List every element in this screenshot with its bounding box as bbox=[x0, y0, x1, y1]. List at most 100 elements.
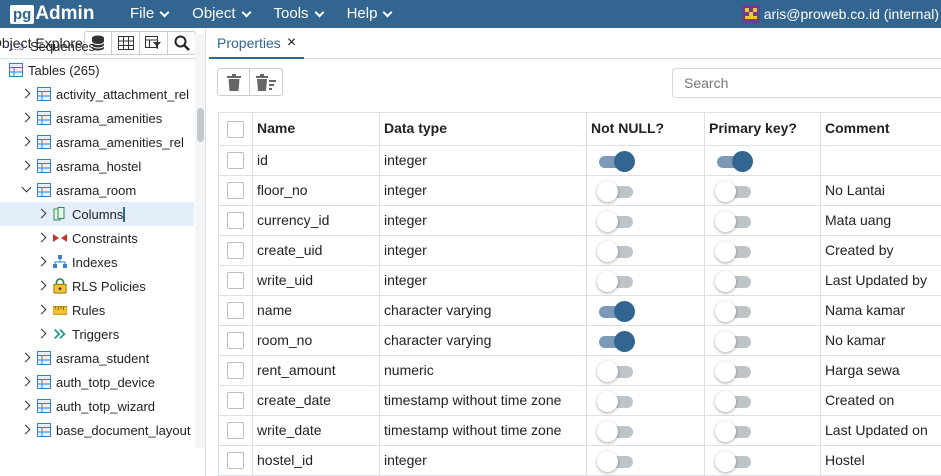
tree-scrollbar-track[interactable] bbox=[195, 34, 205, 448]
column-header-primary-key[interactable]: Primary key? bbox=[704, 113, 820, 145]
cell-comment[interactable]: No kamar bbox=[820, 326, 941, 356]
tree-item-auth-totp-device[interactable]: auth_totp_device bbox=[0, 370, 194, 394]
close-icon[interactable]: × bbox=[287, 34, 296, 51]
cell-primary-key[interactable] bbox=[704, 146, 820, 176]
not-null-toggle[interactable] bbox=[597, 301, 637, 322]
cell-comment[interactable] bbox=[820, 146, 941, 176]
user-menu[interactable]: aris@proweb.co.id (internal) bbox=[741, 0, 939, 28]
cell-not-null[interactable] bbox=[586, 386, 704, 416]
cell-data-type[interactable]: timestamp without time zone bbox=[379, 386, 586, 416]
cell-comment[interactable]: Last Updated by bbox=[820, 266, 941, 296]
primary-key-toggle[interactable] bbox=[715, 241, 755, 262]
table-row[interactable]: name character varying Nama kamar bbox=[218, 296, 941, 326]
menu-tools[interactable]: Tools bbox=[274, 0, 325, 28]
not-null-toggle[interactable] bbox=[597, 211, 637, 232]
cell-comment[interactable]: Created on bbox=[820, 386, 941, 416]
cell-data-type[interactable]: integer bbox=[379, 146, 586, 176]
not-null-toggle[interactable] bbox=[597, 151, 637, 172]
cell-name[interactable]: id bbox=[252, 146, 379, 176]
row-checkbox[interactable] bbox=[227, 272, 244, 289]
cell-not-null[interactable] bbox=[586, 416, 704, 446]
cell-primary-key[interactable] bbox=[704, 236, 820, 266]
tree-item-rules[interactable]: Rules bbox=[0, 298, 194, 322]
chevron-right-icon[interactable] bbox=[21, 376, 33, 388]
cell-primary-key[interactable] bbox=[704, 206, 820, 236]
chevron-right-icon[interactable] bbox=[37, 256, 49, 268]
cell-primary-key[interactable] bbox=[704, 326, 820, 356]
not-null-toggle[interactable] bbox=[597, 421, 637, 442]
cell-not-null[interactable] bbox=[586, 446, 704, 476]
cell-comment[interactable]: Created by bbox=[820, 236, 941, 266]
cell-not-null[interactable] bbox=[586, 266, 704, 296]
cell-comment[interactable]: Harga sewa bbox=[820, 356, 941, 386]
tab-properties[interactable]: Properties × bbox=[209, 28, 305, 59]
cell-comment[interactable]: Hostel bbox=[820, 446, 941, 476]
delete-button[interactable] bbox=[217, 68, 250, 96]
primary-key-toggle[interactable] bbox=[715, 451, 755, 472]
chevron-down-icon[interactable] bbox=[21, 184, 33, 196]
primary-key-toggle[interactable] bbox=[715, 301, 755, 322]
row-checkbox[interactable] bbox=[227, 332, 244, 349]
cell-name[interactable]: hostel_id bbox=[252, 446, 379, 476]
table-row[interactable]: write_date timestamp without time zone Las… bbox=[218, 416, 941, 446]
table-row[interactable]: room_no character varying No kamar bbox=[218, 326, 941, 356]
cell-data-type[interactable]: integer bbox=[379, 446, 586, 476]
cell-not-null[interactable] bbox=[586, 146, 704, 176]
column-header-data-type[interactable]: Data type bbox=[379, 113, 586, 145]
cell-name[interactable]: currency_id bbox=[252, 206, 379, 236]
select-all-checkbox[interactable] bbox=[227, 121, 244, 138]
primary-key-toggle[interactable] bbox=[715, 151, 755, 172]
tree-item-sequences[interactable]: 1..3 Sequences bbox=[0, 34, 194, 58]
chevron-right-icon[interactable] bbox=[21, 352, 33, 364]
table-row[interactable]: id integer bbox=[218, 146, 941, 176]
cell-name[interactable]: rent_amount bbox=[252, 356, 379, 386]
cell-not-null[interactable] bbox=[586, 326, 704, 356]
chevron-right-icon[interactable] bbox=[37, 232, 49, 244]
tree-item-indexes[interactable]: Indexes bbox=[0, 250, 194, 274]
menu-help[interactable]: Help bbox=[347, 0, 393, 28]
search-input[interactable] bbox=[672, 68, 941, 98]
cell-name[interactable]: write_date bbox=[252, 416, 379, 446]
table-row[interactable]: floor_no integer No Lantai bbox=[218, 176, 941, 206]
table-row[interactable]: create_uid integer Created by bbox=[218, 236, 941, 266]
row-checkbox[interactable] bbox=[227, 392, 244, 409]
cell-name[interactable]: create_uid bbox=[252, 236, 379, 266]
cell-primary-key[interactable] bbox=[704, 266, 820, 296]
row-checkbox[interactable] bbox=[227, 242, 244, 259]
tree-item-columns[interactable]: Columns bbox=[0, 202, 194, 226]
chevron-right-icon[interactable] bbox=[21, 88, 33, 100]
not-null-toggle[interactable] bbox=[597, 331, 637, 352]
cell-name[interactable]: floor_no bbox=[252, 176, 379, 206]
row-checkbox[interactable] bbox=[227, 422, 244, 439]
cell-data-type[interactable]: integer bbox=[379, 266, 586, 296]
chevron-right-icon[interactable] bbox=[21, 400, 33, 412]
chevron-right-icon[interactable] bbox=[21, 136, 33, 148]
cell-primary-key[interactable] bbox=[704, 296, 820, 326]
table-row[interactable]: write_uid integer Last Updated by bbox=[218, 266, 941, 296]
cell-not-null[interactable] bbox=[586, 236, 704, 266]
menu-file[interactable]: File bbox=[130, 0, 170, 28]
cell-data-type[interactable]: character varying bbox=[379, 296, 586, 326]
cell-name[interactable]: name bbox=[252, 296, 379, 326]
table-row[interactable]: create_date timestamp without time zone Cr… bbox=[218, 386, 941, 416]
not-null-toggle[interactable] bbox=[597, 391, 637, 412]
cell-name[interactable]: room_no bbox=[252, 326, 379, 356]
cell-comment[interactable]: No Lantai bbox=[820, 176, 941, 206]
primary-key-toggle[interactable] bbox=[715, 181, 755, 202]
primary-key-toggle[interactable] bbox=[715, 271, 755, 292]
menu-object[interactable]: Object bbox=[192, 0, 251, 28]
not-null-toggle[interactable] bbox=[597, 451, 637, 472]
table-row[interactable]: rent_amount numeric Harga sewa bbox=[218, 356, 941, 386]
chevron-right-icon[interactable] bbox=[37, 328, 49, 340]
tree-item-asrama-hostel[interactable]: asrama_hostel bbox=[0, 154, 194, 178]
chevron-right-icon[interactable] bbox=[21, 424, 33, 436]
cell-not-null[interactable] bbox=[586, 296, 704, 326]
cell-comment[interactable]: Last Updated on bbox=[820, 416, 941, 446]
primary-key-toggle[interactable] bbox=[715, 421, 755, 442]
tree-item-base-document-layout[interactable]: base_document_layout bbox=[0, 418, 194, 442]
primary-key-toggle[interactable] bbox=[715, 361, 755, 382]
cell-primary-key[interactable] bbox=[704, 176, 820, 206]
cell-data-type[interactable]: character varying bbox=[379, 326, 586, 356]
tree-item-asrama-amenities[interactable]: asrama_amenities bbox=[0, 106, 194, 130]
row-checkbox[interactable] bbox=[227, 452, 244, 469]
